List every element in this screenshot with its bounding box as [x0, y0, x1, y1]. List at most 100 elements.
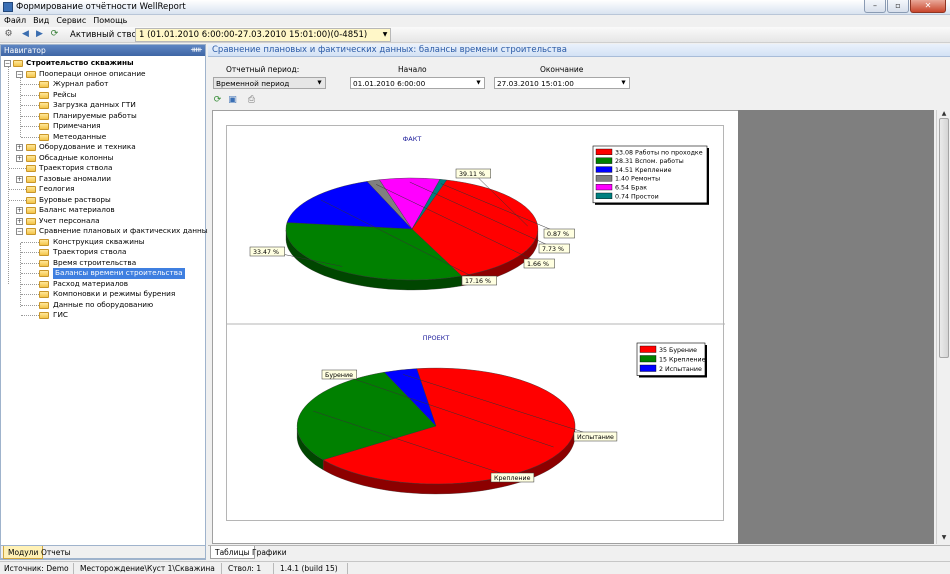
legend-swatch [639, 345, 657, 353]
legend-swatch [595, 166, 613, 173]
pin-icon[interactable]: ᚔ [191, 45, 202, 54]
chevron-down-icon[interactable]: ▼ [474, 79, 483, 88]
tab-graphs[interactable]: Графики [248, 546, 291, 559]
legend-entry: 14.51 Крепление [615, 167, 672, 174]
end-label: Окончание [540, 65, 584, 74]
legend-swatch [595, 192, 613, 200]
active-well-value: 1 (01.01.2010 6:00:00-27.03.2010 15:01:0… [139, 30, 368, 40]
maximize-button[interactable]: ▫ [887, 0, 909, 13]
navigator-tree: − Строительство скважины − Поопераци онн… [1, 56, 212, 321]
legend-entry: 0.74 Простои [615, 193, 659, 200]
minimize-button[interactable]: – [864, 0, 886, 13]
menu-bar: Файл Вид Сервис Помощь [0, 15, 950, 27]
tree-item[interactable]: − Поопераци онное описание [1, 69, 205, 80]
tree-item[interactable]: + Баланс материалов [1, 205, 205, 216]
vertical-scrollbar[interactable]: ▲ ▼ [936, 110, 950, 544]
end-date-field[interactable]: 27.03.2010 15:01:00 ▼ [494, 77, 630, 89]
legend-entry: 1.40 Ремонты [615, 176, 660, 183]
report-tabs: Таблицы Графики [208, 545, 950, 559]
tree-item[interactable]: Примечания [1, 121, 205, 132]
refresh-report-icon[interactable]: ⟳ [212, 95, 223, 106]
tree-item[interactable]: Данные по оборудованию [1, 300, 205, 311]
active-well-select[interactable]: 1 (01.01.2010 6:00:00-27.03.2010 15:01:0… [135, 28, 391, 42]
scroll-down-icon[interactable]: ▼ [939, 534, 949, 542]
legend-swatch [595, 148, 613, 156]
legend-entry: 15 Крепление [659, 357, 706, 364]
tree-item[interactable]: Траектория ствола [1, 163, 205, 174]
legend-swatch [639, 364, 657, 372]
export-icon[interactable]: ▣ [227, 95, 238, 106]
chevron-down-icon[interactable]: ▼ [380, 29, 390, 41]
tree-root[interactable]: − Строительство скважины [1, 58, 205, 69]
period-label: Отчетный период: [226, 65, 300, 74]
data-label: 7.73 % [542, 246, 564, 253]
tree-item[interactable]: Время строительства [1, 258, 205, 269]
menu-view[interactable]: Вид [29, 15, 52, 25]
period-select[interactable]: Временной период ▼ [213, 77, 326, 89]
print-icon[interactable]: ⎙ [246, 95, 257, 106]
tree-item[interactable]: Конструкция скважины [1, 237, 205, 248]
status-source: Источник: Demo [2, 563, 74, 574]
legend-swatch [595, 184, 613, 191]
start-date-field[interactable]: 01.01.2010 6:00:00 ▼ [350, 77, 485, 89]
navigator-tabs: Модули Отчеты [0, 545, 206, 559]
chart-title: ПРОЕКТ [423, 334, 450, 342]
tree-item[interactable]: + Газовые аномалии [1, 174, 205, 185]
window-title: Формирование отчётности WellReport [16, 2, 186, 12]
plan-chart: ПРОЕКТ Бурение Крепление Испытание 35 Бурени… [296, 334, 707, 495]
data-label: Крепление [494, 475, 531, 482]
tree-item[interactable]: Метеоданные [1, 132, 205, 143]
navigator-panel: Навигатор ᚔ − Строительство скважины − П… [0, 44, 212, 560]
tree-item-selected[interactable]: Балансы времени строительства [1, 268, 205, 279]
data-label: 17.16 % [465, 278, 491, 285]
back-icon[interactable]: ◀ [20, 29, 31, 40]
data-label: 39.11 % [459, 171, 485, 178]
period-value: Временной период [216, 79, 290, 88]
tree-item[interactable]: Геология [1, 184, 205, 195]
status-well: Ствол: 1 [226, 563, 274, 574]
tree-item[interactable]: Расход материалов [1, 279, 205, 290]
navigator-header: Навигатор ᚔ [1, 45, 205, 56]
data-label: 1.66 % [527, 261, 549, 268]
scroll-up-icon[interactable]: ▲ [939, 110, 949, 118]
legend-swatch [639, 355, 657, 363]
tree-item[interactable]: + Учет персонала [1, 216, 205, 227]
tree-item[interactable]: Рейсы [1, 90, 205, 101]
network-icon[interactable]: ⚙ [3, 29, 14, 40]
chevron-down-icon[interactable]: ▼ [315, 79, 324, 88]
menu-help[interactable]: Помощь [89, 15, 130, 25]
start-value: 01.01.2010 6:00:00 [353, 79, 426, 88]
chart-title: ФАКТ [403, 135, 422, 143]
status-version: 1.4.1 (build 15) Port [278, 563, 348, 574]
app-icon [3, 2, 13, 12]
tree-item[interactable]: − Сравнение плановых и фактических данных [1, 226, 212, 237]
fact-chart: ФАКТ 39.11 % 33.47 % 17.16 % 1.66 % 7.73 % 0.8… [249, 135, 709, 291]
tree-item[interactable]: + Оборудование и техника [1, 142, 205, 153]
forward-icon[interactable]: ▶ [34, 29, 45, 40]
tree-item[interactable]: Траектория ствола [1, 247, 205, 258]
tab-reports[interactable]: Отчеты [37, 546, 75, 559]
end-value: 27.03.2010 15:01:00 [497, 79, 574, 88]
status-field: Месторождение\Куст 1\Скважина 11 [78, 563, 222, 574]
tree-item[interactable]: + Обсадные колонны [1, 153, 205, 164]
tree-item[interactable]: Компоновки и режимы бурения [1, 289, 205, 300]
menu-service[interactable]: Сервис [52, 15, 89, 25]
tree-item[interactable]: Журнал работ [1, 79, 205, 90]
toolbar: ⚙ ◀ ▶ ⟳ Активный ствол: 1 (01.01.2010 6:… [0, 27, 950, 43]
menu-file[interactable]: Файл [0, 15, 29, 25]
refresh-icon[interactable]: ⟳ [49, 29, 60, 40]
data-label: Бурение [325, 372, 353, 379]
report-margin [738, 110, 934, 544]
chevron-down-icon[interactable]: ▼ [619, 79, 628, 88]
tree-item[interactable]: ГИС [1, 310, 205, 321]
tree-item[interactable]: Планируемые работы [1, 111, 205, 122]
tree-item[interactable]: Буровые растворы [1, 195, 205, 206]
start-label: Начало [398, 65, 427, 74]
scroll-thumb[interactable] [939, 118, 949, 358]
legend-entry: 33.08 Работы по проходке [615, 148, 703, 156]
tree-item[interactable]: Загрузка данных ГТИ [1, 100, 205, 111]
data-label: 33.47 % [253, 249, 279, 256]
close-button[interactable]: ✕ [910, 0, 946, 13]
legend-entry: 28.31 Вспом. работы [615, 157, 684, 165]
report-page: ФАКТ 39.11 % 33.47 % 17.16 % 1.66 % 7.73 % 0.8… [226, 125, 725, 521]
